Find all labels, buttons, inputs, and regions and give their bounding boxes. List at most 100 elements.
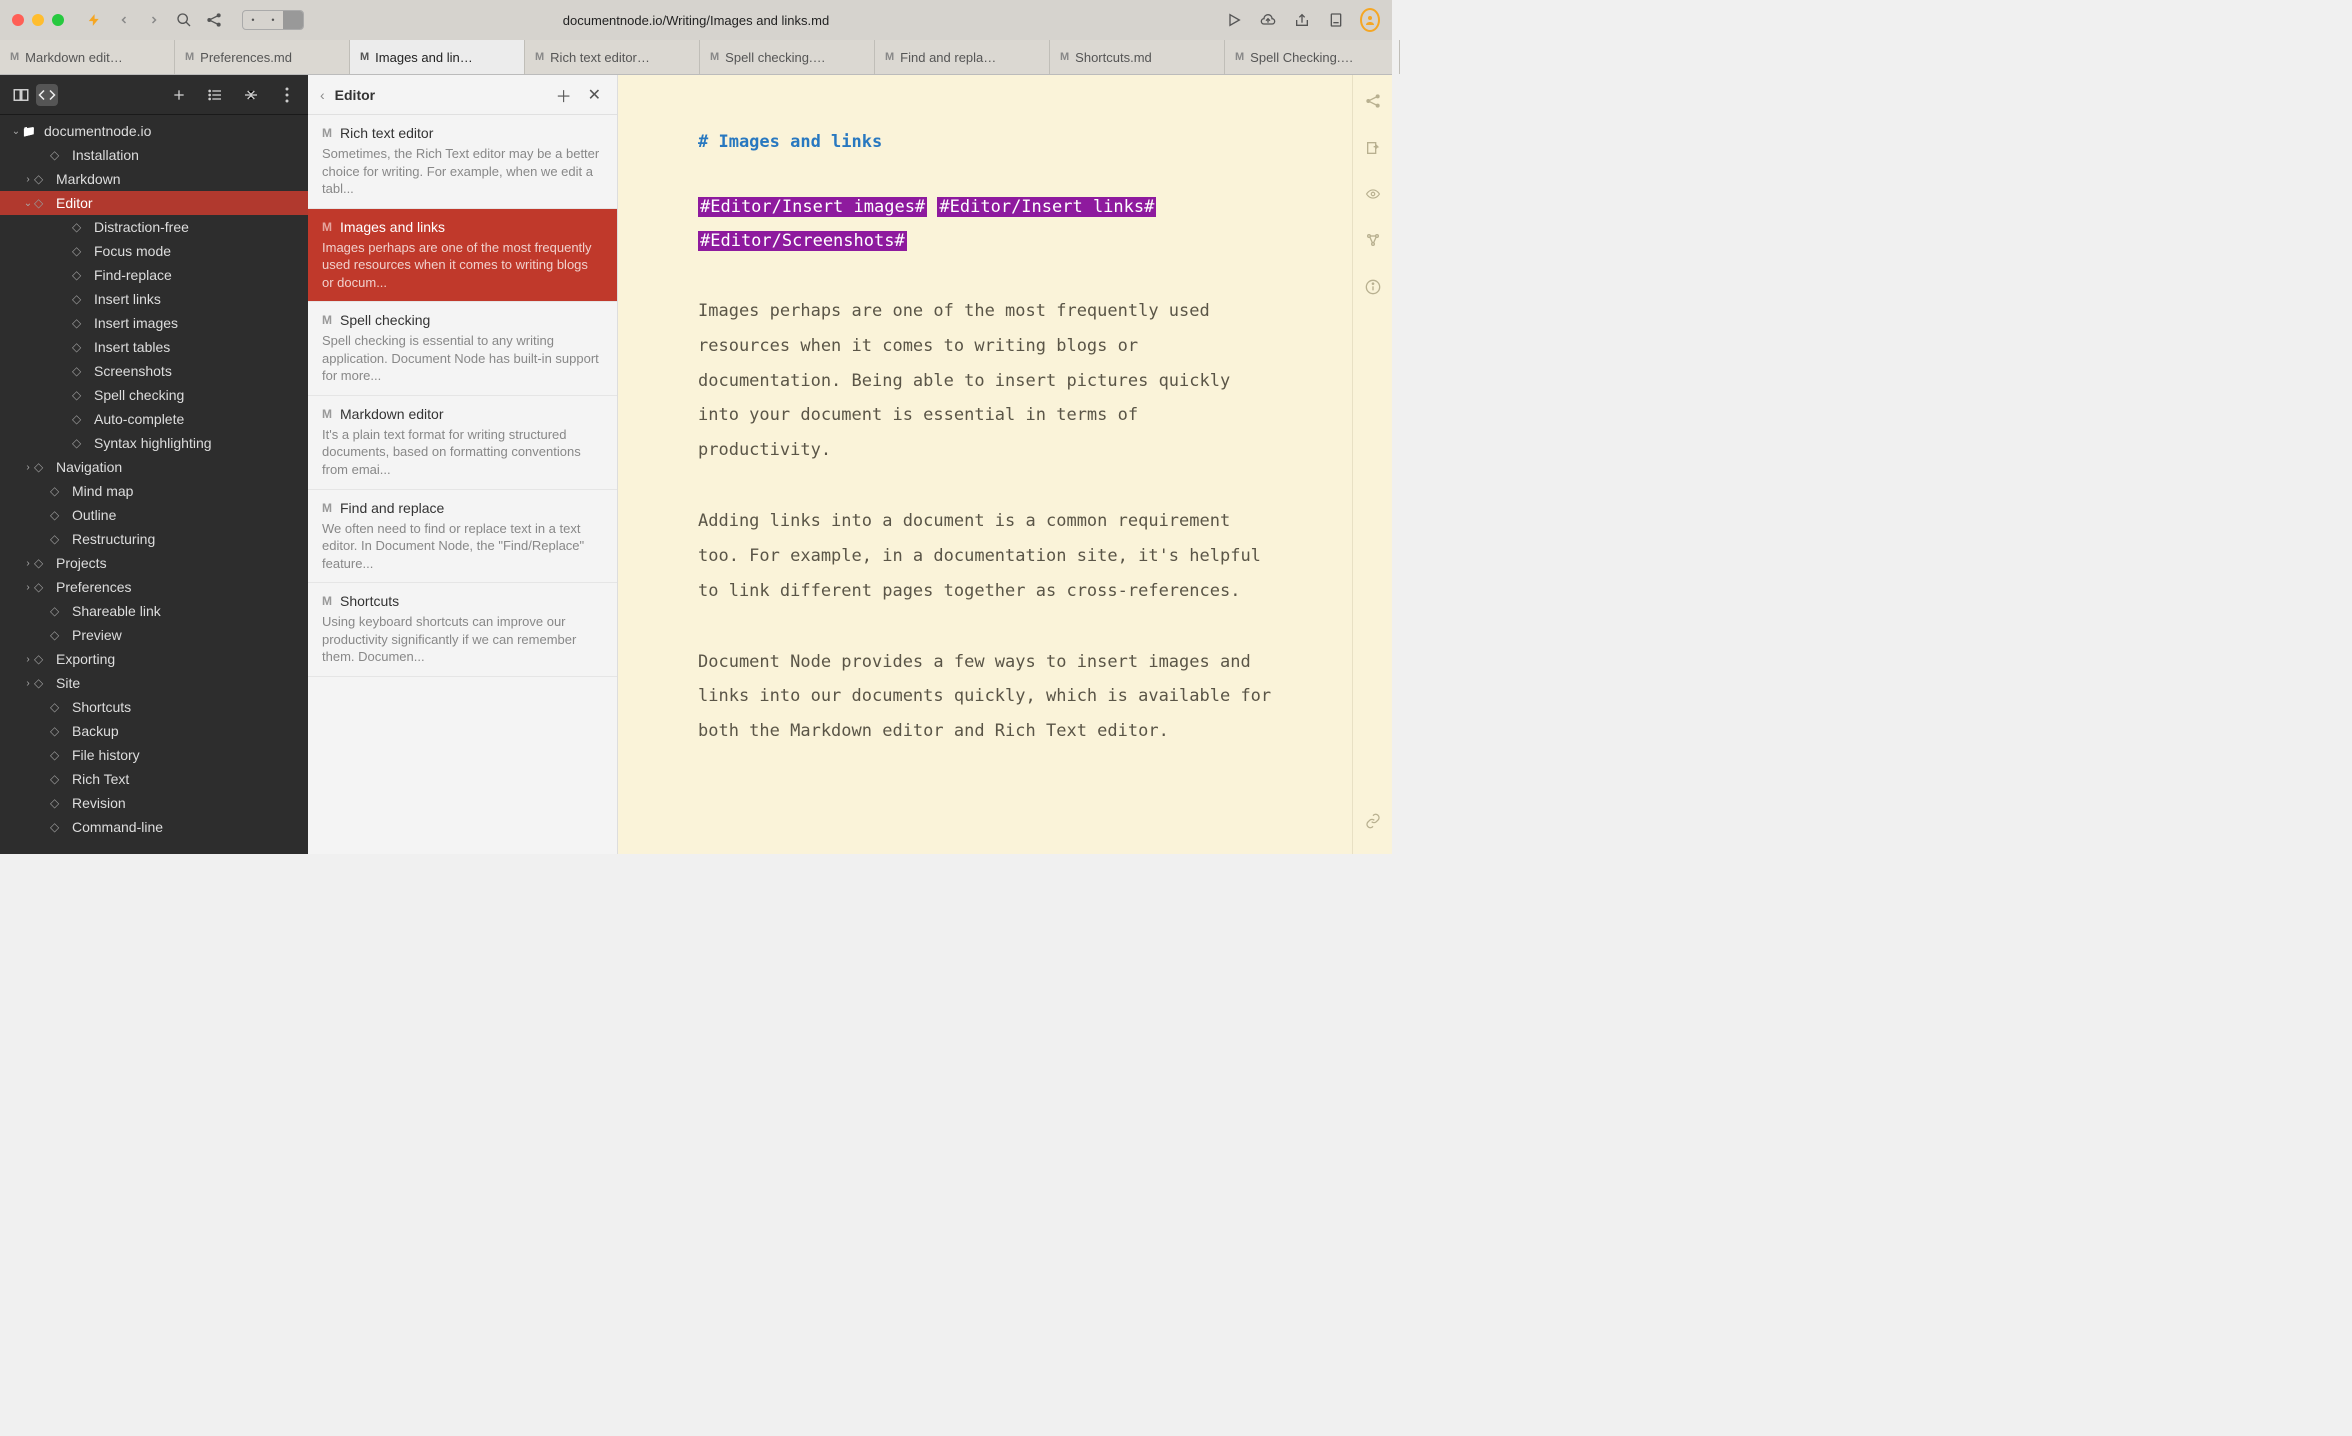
tree-item[interactable]: Preview (0, 623, 308, 647)
editor-content[interactable]: # Images and links #Editor/Insert images… (618, 75, 1352, 854)
tab-spell-checking[interactable]: MSpell checking.… (700, 40, 875, 74)
tree-item[interactable]: Navigation (0, 455, 308, 479)
tree-item-label: Projects (56, 555, 107, 571)
document-icon (50, 724, 66, 738)
markdown-badge-icon: M (322, 594, 332, 608)
tree-item[interactable]: Shareable link (0, 599, 308, 623)
note-title: Spell checking (340, 312, 430, 328)
tree-item-label: Installation (72, 147, 139, 163)
tree-item[interactable]: Find-replace (0, 263, 308, 287)
tab-shortcuts[interactable]: MShortcuts.md (1050, 40, 1225, 74)
share-network-icon[interactable] (204, 10, 224, 30)
tree-item[interactable]: Preferences (0, 575, 308, 599)
tree-item[interactable]: Syntax highlighting (0, 431, 308, 455)
tree-item[interactable]: Projects (0, 551, 308, 575)
note-preview: We often need to find or replace text in… (322, 520, 603, 573)
view-seg-1[interactable]: • (243, 11, 263, 29)
tab-find-and-replace[interactable]: MFind and repla… (875, 40, 1050, 74)
minimize-window-button[interactable] (32, 14, 44, 26)
eye-icon[interactable] (1364, 187, 1382, 206)
tab-images-and-links[interactable]: MImages and lin… (350, 40, 525, 74)
tag[interactable]: #Editor/Insert links# (937, 197, 1156, 217)
note-list-item[interactable]: MRich text editorSometimes, the Rich Tex… (308, 115, 617, 209)
tree-item[interactable]: Site (0, 671, 308, 695)
cloud-upload-icon[interactable] (1258, 10, 1278, 30)
note-list-item[interactable]: MFind and replaceWe often need to find o… (308, 490, 617, 584)
account-avatar[interactable] (1360, 10, 1380, 30)
tree-item[interactable]: Outline (0, 503, 308, 527)
view-mode-segmented[interactable]: • • (242, 10, 304, 30)
play-icon[interactable] (1224, 10, 1244, 30)
nav-forward-button[interactable] (144, 10, 164, 30)
note-list-item[interactable]: MSpell checkingSpell checking is essenti… (308, 302, 617, 396)
share-network-icon[interactable] (1365, 93, 1381, 114)
tree-item[interactable]: Insert links (0, 287, 308, 311)
tree-item[interactable]: Rich Text (0, 767, 308, 791)
note-list-item[interactable]: MMarkdown editorIt's a plain text format… (308, 396, 617, 490)
back-chevron-icon[interactable]: ‹ (320, 87, 325, 103)
chevron-right-icon (22, 678, 34, 689)
tree-item-label: Syntax highlighting (94, 435, 212, 451)
tree-item[interactable]: Markdown (0, 167, 308, 191)
tab-spell-checking-2[interactable]: MSpell Checking.… (1225, 40, 1400, 74)
code-view-icon[interactable] (36, 84, 58, 106)
paragraph: Document Node provides a few ways to ins… (698, 645, 1278, 750)
tree-item[interactable]: Command-line (0, 815, 308, 839)
close-panel-icon[interactable]: ✕ (584, 85, 605, 105)
tab-markdown-editor[interactable]: MMarkdown edit… (0, 40, 175, 74)
collapse-icon[interactable] (240, 84, 262, 106)
tree-item[interactable]: Restructuring (0, 527, 308, 551)
tree-item[interactable]: Screenshots (0, 359, 308, 383)
search-icon[interactable] (174, 10, 194, 30)
tree-item[interactable]: Spell checking (0, 383, 308, 407)
tree-item-label: Insert tables (94, 339, 170, 355)
document-icon[interactable] (1326, 10, 1346, 30)
tree-item[interactable]: Focus mode (0, 239, 308, 263)
tree-item[interactable]: Installation (0, 143, 308, 167)
link-icon[interactable] (1365, 813, 1381, 834)
maximize-window-button[interactable] (52, 14, 64, 26)
markdown-badge-icon: M (322, 220, 332, 234)
tree-item[interactable]: Insert tables (0, 335, 308, 359)
tree-item[interactable]: Revision (0, 791, 308, 815)
tree-item[interactable]: File history (0, 743, 308, 767)
view-seg-2[interactable]: • (263, 11, 283, 29)
lightning-icon[interactable] (84, 10, 104, 30)
note-list-item[interactable]: MImages and linksImages perhaps are one … (308, 209, 617, 303)
tree-item[interactable]: Editor (0, 191, 308, 215)
markdown-badge-icon: M (10, 51, 19, 63)
tree-item[interactable]: Mind map (0, 479, 308, 503)
tab-preferences[interactable]: MPreferences.md (175, 40, 350, 74)
export-icon[interactable] (1365, 140, 1381, 161)
info-icon[interactable] (1365, 279, 1381, 300)
tree-root[interactable]: documentnode.io (0, 119, 308, 143)
tree-item[interactable]: Insert images (0, 311, 308, 335)
document-icon (34, 580, 50, 594)
note-list-item[interactable]: MShortcutsUsing keyboard shortcuts can i… (308, 583, 617, 677)
list-icon[interactable] (204, 84, 226, 106)
tree-item[interactable]: Shortcuts (0, 695, 308, 719)
tree-item[interactable]: Distraction-free (0, 215, 308, 239)
file-tree[interactable]: documentnode.io Installation MarkdownEdit… (0, 115, 308, 854)
share-box-icon[interactable] (1292, 10, 1312, 30)
tree-item[interactable]: Auto-complete (0, 407, 308, 431)
tag[interactable]: #Editor/Insert images# (698, 197, 927, 217)
document-icon (50, 772, 66, 786)
chevron-right-icon (22, 582, 34, 593)
more-icon[interactable] (276, 84, 298, 106)
nav-back-button[interactable] (114, 10, 134, 30)
notes-list[interactable]: MRich text editorSometimes, the Rich Tex… (308, 115, 617, 854)
files-view-icon[interactable] (10, 84, 32, 106)
tree-item[interactable]: Exporting (0, 647, 308, 671)
document-icon (50, 508, 66, 522)
markdown-badge-icon: M (360, 51, 369, 63)
close-window-button[interactable] (12, 14, 24, 26)
tab-rich-text-editor[interactable]: MRich text editor… (525, 40, 700, 74)
graph-icon[interactable] (1365, 232, 1381, 253)
chevron-right-icon (22, 654, 34, 665)
view-seg-3[interactable] (283, 11, 303, 29)
add-file-icon[interactable] (168, 84, 190, 106)
tag[interactable]: #Editor/Screenshots# (698, 231, 907, 251)
tree-item[interactable]: Backup (0, 719, 308, 743)
add-note-icon[interactable]: ＋ (552, 83, 576, 107)
